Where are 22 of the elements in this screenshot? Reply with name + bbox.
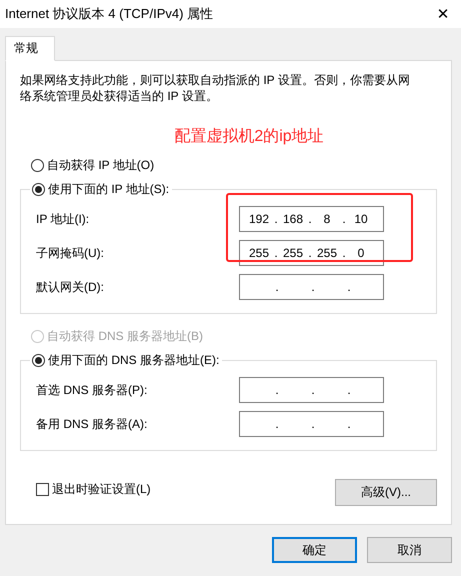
field-label: IP 地址(I): — [36, 210, 90, 228]
ip-address-field[interactable]: . . . — [239, 377, 384, 403]
ip-address-field[interactable]: . . . — [239, 411, 384, 437]
window-title: Internet 协议版本 4 (TCP/IPv4) 属性 — [5, 5, 214, 23]
ip-address-field[interactable]: . . . — [239, 274, 384, 300]
checkbox[interactable]: 退出时验证设置(L) — [36, 481, 151, 498]
field-label: 子网掩码(U): — [36, 244, 105, 262]
radio-button[interactable]: 使用下面的 DNS 服务器地址(E): — [32, 352, 220, 369]
ok-button[interactable]: 确定 — [272, 537, 357, 563]
field-label: 首选 DNS 服务器(P): — [36, 382, 148, 398]
field-label: 备用 DNS 服务器(A): — [36, 416, 148, 432]
cancel-button[interactable]: 取消 — [367, 537, 452, 563]
radio-button[interactable]: 使用下面的 IP 地址(S): — [32, 181, 170, 198]
description-text: 如果网络支持此功能，则可以获取自动指派的 IP 设置。否则，你需要从网络系统管理员处获得适当的 IP 设置。 — [20, 72, 411, 104]
close-button[interactable]: ✕ — [428, 0, 458, 28]
tab[interactable]: 常规 — [5, 36, 55, 61]
advanced-button[interactable]: 高级(V)... — [335, 479, 437, 506]
radio-button[interactable]: 自动获得 IP 地址(O) — [31, 157, 154, 174]
field-label: 默认网关(D): — [36, 278, 105, 296]
ip-address-field[interactable]: 192 . 168 . 8 . 10 — [239, 206, 384, 232]
ip-address-field[interactable]: 255 . 255 . 255 . 0 — [239, 240, 384, 266]
annotation-text: 配置虚拟机2的ip地址 — [174, 126, 324, 147]
